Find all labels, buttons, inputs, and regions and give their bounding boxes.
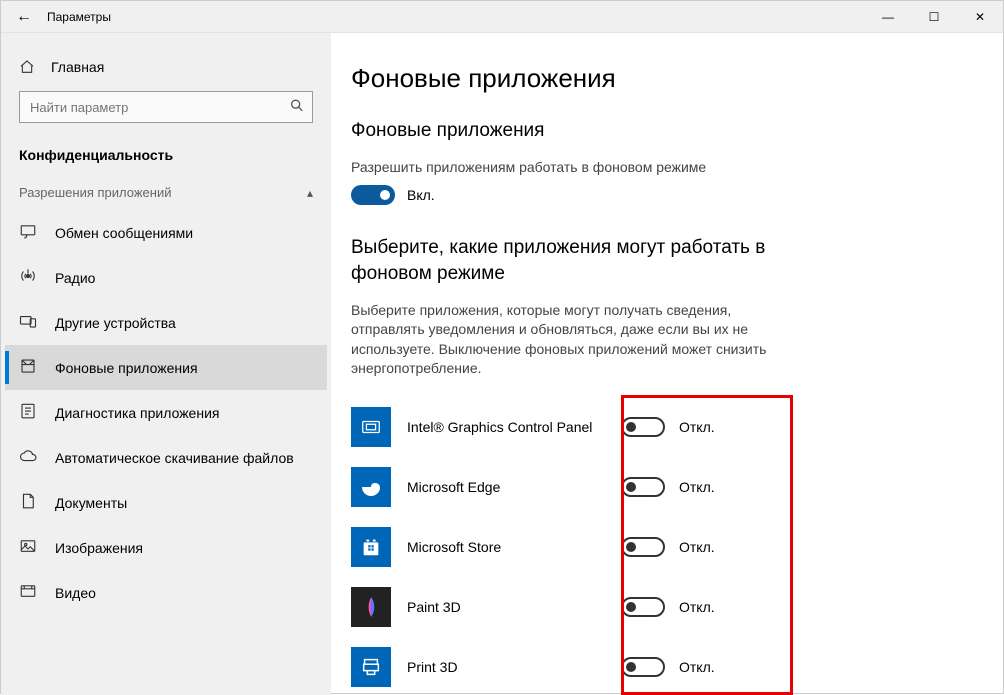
home-icon (19, 59, 35, 75)
background-icon (19, 357, 37, 378)
app-name: Intel® Graphics Control Panel (407, 419, 605, 435)
page-title: Фоновые приложения (351, 63, 1003, 94)
sidebar-item-radio[interactable]: Радио (5, 255, 327, 300)
sidebar-item-label: Фоновые приложения (55, 360, 198, 376)
cloud-icon (19, 447, 37, 468)
app-toggle[interactable] (621, 657, 665, 677)
close-button[interactable]: ✕ (957, 1, 1003, 33)
section2-desc: Выберите приложения, которые могут получ… (351, 301, 771, 379)
sidebar-item-image[interactable]: Изображения (5, 525, 327, 570)
app-icon-edge (351, 467, 391, 507)
section1-desc: Разрешить приложениям работать в фоновом… (351, 158, 771, 178)
app-name: Paint 3D (407, 599, 605, 615)
messaging-icon (19, 222, 37, 243)
app-toggle[interactable] (621, 477, 665, 497)
back-button[interactable]: ← (1, 8, 47, 26)
sidebar-item-devices[interactable]: Другие устройства (5, 300, 327, 345)
sidebar: Главная Конфиденциальность Разрешения пр… (1, 33, 331, 695)
diag-icon (19, 402, 37, 423)
sidebar-item-label: Диагностика приложения (55, 405, 219, 421)
sidebar-item-video[interactable]: Видео (5, 570, 327, 615)
window-title: Параметры (47, 10, 111, 24)
sidebar-item-label: Документы (55, 495, 127, 511)
home-link[interactable]: Главная (5, 49, 327, 85)
radio-icon (19, 267, 37, 288)
app-toggle-state: Откл. (679, 599, 715, 615)
app-icon-paint3d (351, 587, 391, 627)
app-icon-print3d (351, 647, 391, 687)
sidebar-item-background[interactable]: Фоновые приложения (5, 345, 327, 390)
master-toggle-state: Вкл. (407, 187, 435, 203)
sidebar-item-label: Автоматическое скачивание файлов (55, 450, 294, 466)
app-row: Paint 3D Откл. (351, 577, 791, 637)
app-toggle-state: Откл. (679, 539, 715, 555)
titlebar: ← Параметры ― ☐ ✕ (1, 1, 1003, 33)
app-icon-store (351, 527, 391, 567)
minimize-button[interactable]: ― (865, 1, 911, 33)
sidebar-item-doc[interactable]: Документы (5, 480, 327, 525)
video-icon (19, 582, 37, 603)
chevron-up-icon: ▴ (307, 186, 313, 200)
image-icon (19, 537, 37, 558)
devices-icon (19, 312, 37, 333)
app-name: Microsoft Store (407, 539, 605, 555)
home-label: Главная (51, 59, 104, 75)
app-toggle-state: Откл. (679, 479, 715, 495)
app-name: Microsoft Edge (407, 479, 605, 495)
nav-group-header[interactable]: Разрешения приложений ▴ (5, 181, 327, 210)
sidebar-item-label: Другие устройства (55, 315, 176, 331)
sidebar-item-diag[interactable]: Диагностика приложения (5, 390, 327, 435)
sidebar-item-label: Изображения (55, 540, 143, 556)
search-input[interactable] (19, 91, 313, 123)
app-row: Intel® Graphics Control Panel Откл. (351, 397, 791, 457)
app-toggle[interactable] (621, 597, 665, 617)
sidebar-item-label: Видео (55, 585, 96, 601)
section2-title: Выберите, какие приложения могут работат… (351, 235, 791, 286)
app-toggle-state: Откл. (679, 659, 715, 675)
app-row: Print 3D Откл. (351, 637, 791, 695)
sidebar-item-label: Радио (55, 270, 95, 286)
nav-group-label: Разрешения приложений (19, 185, 171, 200)
app-toggle[interactable] (621, 417, 665, 437)
app-toggle-state: Откл. (679, 419, 715, 435)
app-name: Print 3D (407, 659, 605, 675)
sidebar-item-cloud[interactable]: Автоматическое скачивание файлов (5, 435, 327, 480)
sidebar-item-messaging[interactable]: Обмен сообщениями (5, 210, 327, 255)
app-row: Microsoft Edge Откл. (351, 457, 791, 517)
app-row: Microsoft Store Откл. (351, 517, 791, 577)
maximize-button[interactable]: ☐ (911, 1, 957, 33)
page-label: Конфиденциальность (5, 139, 327, 181)
sidebar-item-label: Обмен сообщениями (55, 225, 193, 241)
content-area: Фоновые приложения Фоновые приложения Ра… (331, 33, 1003, 695)
app-icon-intel (351, 407, 391, 447)
doc-icon (19, 492, 37, 513)
master-toggle[interactable] (351, 185, 395, 205)
app-toggle[interactable] (621, 537, 665, 557)
section1-title: Фоновые приложения (351, 118, 791, 144)
